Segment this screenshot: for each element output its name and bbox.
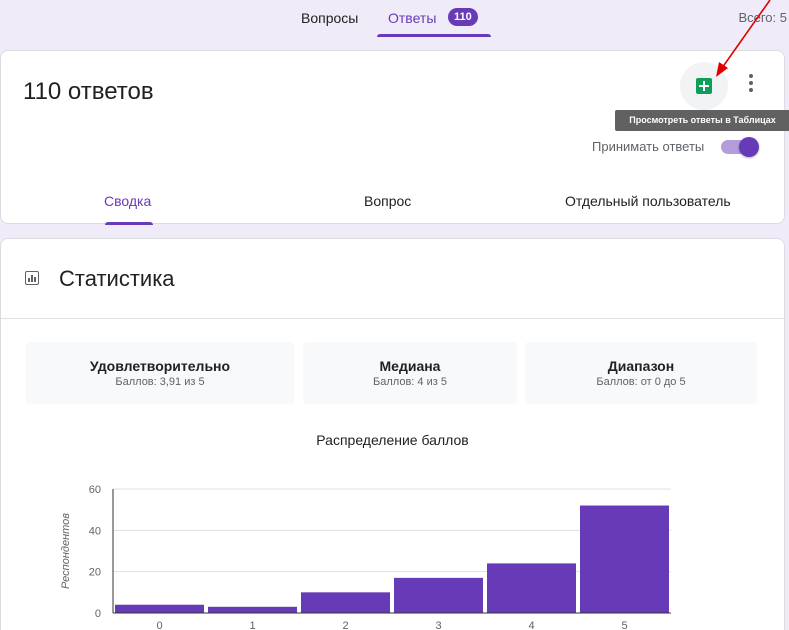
bar-3 [394,577,483,613]
x-tick-label: 4 [528,620,534,630]
dot [749,88,753,92]
sheets-tooltip: Просмотреть ответы в Таблицах [615,110,789,131]
google-sheets-icon [696,78,712,94]
toggle-knob [739,137,759,157]
stat-average-value: Баллов: 3,91 из 5 [115,376,205,388]
summary-tab-indicator [105,222,153,225]
statistics-card: Статистика Удовлетворительно Баллов: 3,9… [0,238,785,630]
active-tab-indicator [377,34,491,37]
y-tick-label: 60 [89,484,101,496]
y-tick-label: 40 [89,525,101,537]
accept-responses-label: Принимать ответы [592,139,705,154]
bar-0 [115,604,204,613]
x-tick-label: 0 [156,620,162,630]
tab-questions[interactable]: Вопросы [301,10,358,26]
dot [749,81,753,85]
responses-count-title: 110 ответов [23,78,154,105]
bar-4 [487,563,576,613]
stat-range-value: Баллов: от 0 до 5 [596,376,686,388]
bar-1 [208,606,297,613]
stat-average: Удовлетворительно Баллов: 3,91 из 5 [26,342,294,404]
y-tick-label: 20 [89,567,101,579]
x-tick-label: 2 [342,620,348,630]
bar-5 [580,505,669,613]
tab-answers[interactable]: Ответы [388,10,436,26]
responses-card: 110 ответов Просмотреть ответы в Таблица… [0,50,789,225]
stat-median-value: Баллов: 4 из 5 [373,376,447,388]
bar-chart-icon [25,271,39,285]
more-options-button[interactable] [739,71,763,99]
y-tick-label: 0 [95,608,101,620]
dot [749,74,753,78]
tab-summary[interactable]: Сводка [104,193,151,209]
x-tick-label: 1 [249,620,255,630]
stat-range-title: Диапазон [607,358,675,374]
statistics-title: Статистика [59,266,175,291]
answers-count-badge: 110 [448,8,478,26]
divider [1,318,784,319]
view-in-sheets-button[interactable] [680,62,728,110]
total-points: Всего: 5 [738,10,787,25]
stat-average-title: Удовлетворительно [89,358,231,374]
score-distribution-chart: 0 20 40 60 0 1 2 3 4 5 Респондентов [60,484,671,630]
stat-range: Диапазон Баллов: от 0 до 5 [525,342,757,404]
top-navigation: Вопросы Ответы 110 Всего: 5 [0,0,789,38]
stat-median-title: Медиана [379,358,441,374]
accept-responses-toggle[interactable] [721,137,761,157]
x-tick-label: 5 [621,620,627,630]
bar-2 [301,592,390,613]
chart-title: Распределение баллов [316,432,469,448]
tab-question[interactable]: Вопрос [364,193,411,209]
x-tick-label: 3 [435,620,441,630]
stat-median: Медиана Баллов: 4 из 5 [303,342,517,404]
y-axis-label: Респондентов [60,513,72,589]
tab-individual[interactable]: Отдельный пользователь [565,193,731,209]
